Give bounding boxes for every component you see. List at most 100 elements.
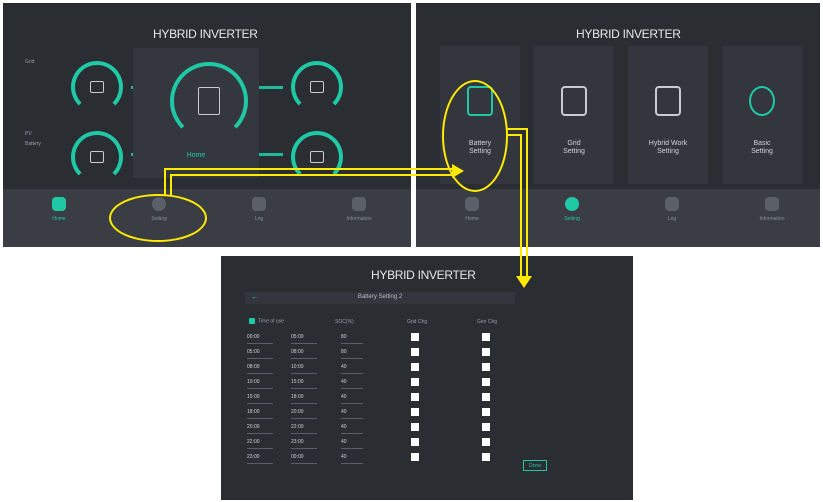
inverter-gauge[interactable] <box>170 62 248 140</box>
nav-information[interactable]: Information <box>742 197 802 222</box>
back-arrow-icon[interactable]: ← <box>251 292 259 301</box>
soc-field[interactable]: 80 <box>341 347 363 359</box>
end-time-field[interactable]: 08:00 <box>291 347 317 359</box>
done-button[interactable]: Done <box>523 460 547 471</box>
grid-icon <box>90 81 104 93</box>
arrow-line-1c <box>164 168 454 170</box>
grid-charge-checkbox[interactable] <box>411 363 419 371</box>
table-row: 05:00 08:00 80 <box>245 347 495 361</box>
table-row: 20:00 22:00 40 <box>245 422 495 436</box>
grid-charge-checkbox[interactable] <box>411 378 419 386</box>
arrow-line-1d <box>170 174 454 176</box>
soc-field[interactable]: 40 <box>341 362 363 374</box>
gen-charge-checkbox[interactable] <box>482 438 490 446</box>
grid-charge-checkbox[interactable] <box>411 393 419 401</box>
gen-charge-checkbox[interactable] <box>482 348 490 356</box>
nav-information[interactable]: Information <box>329 197 389 222</box>
grid-label: Grid <box>25 59 35 65</box>
soc-field[interactable]: 40 <box>341 452 363 464</box>
header-time-of-use: Time of use <box>249 318 284 324</box>
soc-field[interactable]: 40 <box>341 407 363 419</box>
table-row: 22:00 23:00 40 <box>245 437 495 451</box>
start-time-field[interactable]: 15:00 <box>247 392 273 404</box>
soc-field[interactable]: 40 <box>341 392 363 404</box>
gen-charge-checkbox[interactable] <box>482 363 490 371</box>
arrow-line-1a <box>164 168 166 196</box>
page-title: HYBRID INVERTER <box>153 27 258 41</box>
start-time-field[interactable]: 10:00 <box>247 377 273 389</box>
end-time-field[interactable]: 20:00 <box>291 407 317 419</box>
gen-charge-checkbox[interactable] <box>482 453 490 461</box>
grid-charge-checkbox[interactable] <box>411 408 419 416</box>
page-title: HYBRID INVERTER <box>576 27 681 41</box>
page-title: HYBRID INVERTER <box>371 268 476 282</box>
start-time-field[interactable]: 20:00 <box>247 422 273 434</box>
checkbox-icon[interactable] <box>249 318 255 324</box>
info-icon <box>765 197 779 211</box>
header-soc: SOC(%) <box>335 319 354 325</box>
log-icon <box>665 197 679 211</box>
arrow-head-down <box>516 276 532 288</box>
start-time-field[interactable]: 05:00 <box>247 347 273 359</box>
log-icon <box>252 197 266 211</box>
grid-charge-checkbox[interactable] <box>411 348 419 356</box>
bottom-nav: Home Setting Log Information <box>3 189 411 247</box>
gen-charge-checkbox[interactable] <box>482 423 490 431</box>
gen-charge-checkbox[interactable] <box>482 393 490 401</box>
end-time-field[interactable]: 10:00 <box>291 362 317 374</box>
home-icon <box>52 197 66 211</box>
start-time-field[interactable]: 22:00 <box>247 437 273 449</box>
card-grid-setting[interactable]: Grid Setting <box>534 46 614 184</box>
grid-charge-checkbox[interactable] <box>411 438 419 446</box>
grid-gauge[interactable] <box>71 61 123 113</box>
end-time-field[interactable]: 15:00 <box>291 377 317 389</box>
generator-flow-line <box>257 86 283 89</box>
soc-field[interactable]: 40 <box>341 422 363 434</box>
arrow-line-1b <box>170 174 172 196</box>
grid-charge-checkbox[interactable] <box>411 453 419 461</box>
generator-icon <box>310 81 324 93</box>
start-time-field[interactable]: 08:00 <box>247 362 273 374</box>
gen-charge-checkbox[interactable] <box>482 333 490 341</box>
soc-field[interactable]: 40 <box>341 437 363 449</box>
soc-field[interactable]: 40 <box>341 377 363 389</box>
home-icon <box>465 197 479 211</box>
start-time-field[interactable]: 23:00 <box>247 452 273 464</box>
end-time-field[interactable]: 05:00 <box>291 332 317 344</box>
inverter-icon <box>198 87 220 115</box>
table-row: 15:00 18:00 40 <box>245 392 495 406</box>
arrow-line-2a <box>506 128 528 130</box>
end-time-field[interactable]: 18:00 <box>291 392 317 404</box>
nav-home[interactable]: Home <box>29 197 89 222</box>
info-icon <box>352 197 366 211</box>
grid-charge-checkbox[interactable] <box>411 333 419 341</box>
arrow-line-2d <box>520 134 522 278</box>
header-gen-chg: Gen Chg <box>477 319 498 325</box>
card-hybrid-work-setting[interactable]: Hybrid Work Setting <box>628 46 708 184</box>
table-row: 18:00 20:00 40 <box>245 407 495 421</box>
start-time-field[interactable]: 18:00 <box>247 407 273 419</box>
gear-icon <box>565 197 579 211</box>
soc-field[interactable]: 80 <box>341 332 363 344</box>
house-icon <box>310 151 324 163</box>
end-time-field[interactable]: 23:00 <box>291 437 317 449</box>
home-screen: HYBRID INVERTER Grid PV Battery Home Hom… <box>3 3 411 247</box>
start-time-field[interactable]: 00:00 <box>247 332 273 344</box>
battery-label: Battery <box>25 141 41 147</box>
table-row: 23:00 00:00 40 <box>245 452 495 466</box>
nav-log[interactable]: Log <box>642 197 702 222</box>
grid-charge-checkbox[interactable] <box>411 423 419 431</box>
gear-bolt-icon <box>749 86 775 116</box>
end-time-field[interactable]: 00:00 <box>291 452 317 464</box>
inverter-panel: Home <box>133 48 259 178</box>
nav-setting[interactable]: Setting <box>542 197 602 222</box>
card-basic-setting[interactable]: Basic Setting <box>722 46 802 184</box>
gen-charge-checkbox[interactable] <box>482 378 490 386</box>
table-row: 10:00 15:00 40 <box>245 377 495 391</box>
nav-log[interactable]: Log <box>229 197 289 222</box>
gen-charge-checkbox[interactable] <box>482 408 490 416</box>
pv-gauge[interactable] <box>71 131 123 183</box>
generator-gauge[interactable] <box>291 61 343 113</box>
nav-home[interactable]: Home <box>442 197 502 222</box>
end-time-field[interactable]: 22:00 <box>291 422 317 434</box>
